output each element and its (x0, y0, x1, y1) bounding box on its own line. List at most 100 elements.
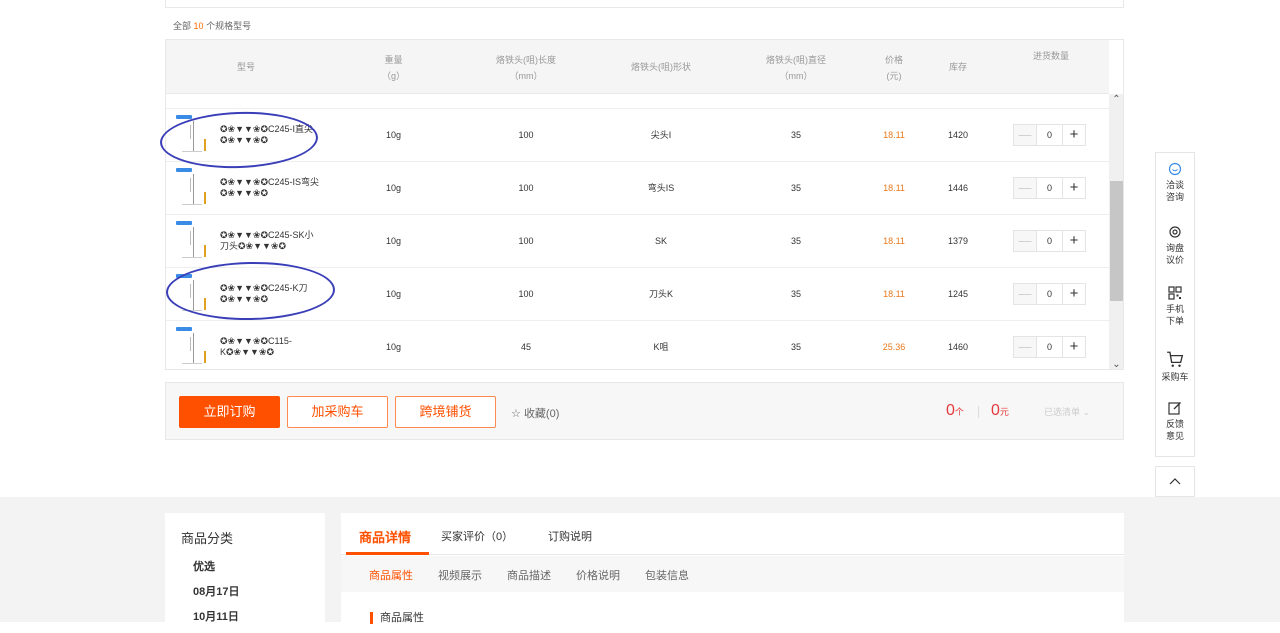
product-thumbnail[interactable] (176, 168, 210, 208)
sku-price: 18.11 (883, 236, 905, 246)
sku-shape: K咀 (653, 342, 669, 352)
scrollbar-thumb[interactable] (1110, 181, 1123, 301)
decrease-button[interactable]: — (1014, 178, 1036, 198)
sku-diameter: 35 (790, 289, 801, 299)
table-row[interactable]: ✪❀▼▼❀✪C245-I直尖✪❀▼▼❀✪ 10g 100 尖头I 35 18.1… (166, 108, 1109, 161)
sku-length: 100 (518, 183, 534, 193)
header-price-unit: (元) (886, 71, 902, 81)
selected-quantity-value: 0 (946, 402, 955, 419)
header-price: 价格 (元) (869, 52, 919, 84)
chat-consult-label: 洽谈咨询 (1165, 180, 1184, 202)
quantity-input[interactable]: 0 (1036, 337, 1063, 357)
category-title: 商品分类 (181, 531, 234, 546)
mobile-order-label: 手机下单 (1165, 304, 1184, 326)
table-scrollbar[interactable]: ⌃ ⌄ (1109, 94, 1123, 369)
selected-quantity-unit: 个 (954, 407, 964, 417)
star-icon: ☆ (511, 408, 521, 420)
product-thumbnail[interactable] (176, 115, 210, 155)
product-thumbnail[interactable] (176, 327, 210, 367)
quantity-stepper: — 0 + (1013, 177, 1086, 199)
favorite-button[interactable]: ☆ 收藏(0) (511, 405, 559, 421)
scroll-down-icon[interactable]: ⌄ (1109, 359, 1123, 369)
tab-product-detail[interactable]: 商品详情 (359, 527, 411, 546)
spec-count-summary: 全部 10 个规格型号 (173, 19, 251, 32)
increase-button[interactable]: + (1063, 125, 1085, 145)
sku-weight: 10g (385, 236, 402, 246)
quantity-input[interactable]: 0 (1036, 284, 1063, 304)
product-thumbnail[interactable] (176, 274, 210, 314)
sku-stock: 1245 (947, 289, 969, 299)
increase-button[interactable]: + (1063, 337, 1085, 357)
quantity-input[interactable]: 0 (1036, 178, 1063, 198)
decrease-button[interactable]: — (1014, 125, 1036, 145)
add-to-cart-button[interactable]: 加采购车 (287, 396, 388, 428)
tab-order-notes[interactable]: 订购说明 (548, 528, 592, 544)
decrease-button[interactable]: — (1014, 284, 1036, 304)
decrease-button[interactable]: — (1014, 231, 1036, 251)
category-item[interactable]: 08月17日 (193, 583, 239, 599)
qr-code-icon (1168, 286, 1182, 300)
subtab-attributes[interactable]: 商品属性 (369, 567, 413, 583)
sku-weight: 10g (385, 130, 402, 140)
subtab-packaging[interactable]: 包装信息 (645, 567, 689, 583)
sku-diameter: 35 (790, 183, 801, 193)
sku-length: 100 (518, 130, 534, 140)
table-row[interactable]: ✪❀▼▼❀✪C245-K刀✪❀▼▼❀✪ 10g 100 刀头K 35 18.11… (166, 267, 1109, 320)
purchase-cart-button[interactable]: 采购车 (1156, 350, 1194, 383)
subtab-video[interactable]: 视频展示 (438, 567, 482, 583)
active-tab-underline (346, 552, 429, 555)
sku-table: 型号 重量 （g） 烙铁头(咀)长度 （mm） 烙铁头(咀)形状 烙铁头(咀)直… (165, 39, 1124, 370)
sku-name: ✪❀▼▼❀✪C245-K刀✪❀▼▼❀✪ (220, 283, 308, 304)
sku-shape: 弯头IS (647, 183, 675, 193)
cross-border-button[interactable]: 跨境铺货 (395, 396, 496, 428)
inquiry-button[interactable]: 询盘议价 (1156, 225, 1194, 266)
quantity-input[interactable]: 0 (1036, 231, 1063, 251)
product-thumbnail[interactable] (176, 221, 210, 261)
table-row[interactable]: ✪❀▼▼❀✪C245-SK小刀头✪❀▼▼❀✪ 10g 100 SK 35 18.… (166, 214, 1109, 267)
header-qty: 进货数量 (1032, 51, 1069, 61)
sku-weight: 10g (385, 183, 402, 193)
header-length-label: 烙铁头(咀)长度 (496, 55, 556, 65)
buy-now-button[interactable]: 立即订购 (179, 396, 280, 428)
detail-subtabs: 商品属性 视频展示 商品描述 价格说明 包装信息 (341, 556, 1124, 592)
sku-stock: 1460 (947, 342, 969, 352)
sku-price: 25.36 (882, 342, 906, 352)
back-to-top-button[interactable] (1155, 466, 1195, 497)
selected-amount-unit: 元 (999, 407, 1009, 417)
sku-name: ✪❀▼▼❀✪C245-SK小刀头✪❀▼▼❀✪ (220, 230, 314, 251)
sku-shape: SK (654, 236, 667, 246)
cart-icon (1167, 351, 1184, 367)
sku-length: 100 (518, 289, 534, 299)
inquiry-label: 询盘议价 (1165, 243, 1184, 265)
subtab-price-notes[interactable]: 价格说明 (576, 567, 620, 583)
sku-stock: 1446 (947, 183, 969, 193)
quantity-stepper: — 0 + (1013, 283, 1086, 305)
feedback-button[interactable]: 反馈意见 (1156, 401, 1194, 442)
header-model: 型号 (236, 62, 255, 72)
chat-consult-button[interactable]: 洽谈咨询 (1156, 162, 1194, 203)
subtab-description[interactable]: 商品描述 (507, 567, 551, 583)
selected-amount-value: 0 (991, 402, 1000, 419)
sku-price: 18.11 (883, 130, 905, 140)
selected-list-toggle[interactable]: 已选清单 ⌄ (1044, 405, 1090, 418)
edit-icon (1168, 402, 1181, 415)
sku-name: ✪❀▼▼❀✪C115-K✪❀▼▼❀✪ (220, 336, 292, 357)
scroll-up-icon[interactable]: ⌃ (1109, 94, 1123, 105)
table-row[interactable]: ✪❀▼▼❀✪C245-IS弯尖✪❀▼▼❀✪ 10g 100 弯头IS 35 18… (166, 161, 1109, 214)
top-border-strip (165, 0, 1124, 8)
category-item[interactable]: 优选 (193, 558, 215, 574)
increase-button[interactable]: + (1063, 284, 1085, 304)
divider (978, 406, 979, 418)
sku-shape: 刀头K (648, 289, 673, 299)
table-row[interactable]: ✪❀▼▼❀✪C115-K✪❀▼▼❀✪ 10g 45 K咀 35 25.36 14… (166, 320, 1109, 369)
tab-buyer-reviews[interactable]: 买家评价（0） (441, 528, 513, 544)
decrease-button[interactable]: — (1014, 337, 1036, 357)
quantity-input[interactable]: 0 (1036, 125, 1063, 145)
header-length: 烙铁头(咀)长度 （mm） (476, 52, 576, 84)
increase-button[interactable]: + (1063, 178, 1085, 198)
sku-weight: 10g (385, 342, 402, 352)
summary-prefix: 全部 (173, 21, 192, 31)
sku-stock: 1379 (947, 236, 969, 246)
increase-button[interactable]: + (1063, 231, 1085, 251)
mobile-order-button[interactable]: 手机下单 (1156, 286, 1194, 327)
